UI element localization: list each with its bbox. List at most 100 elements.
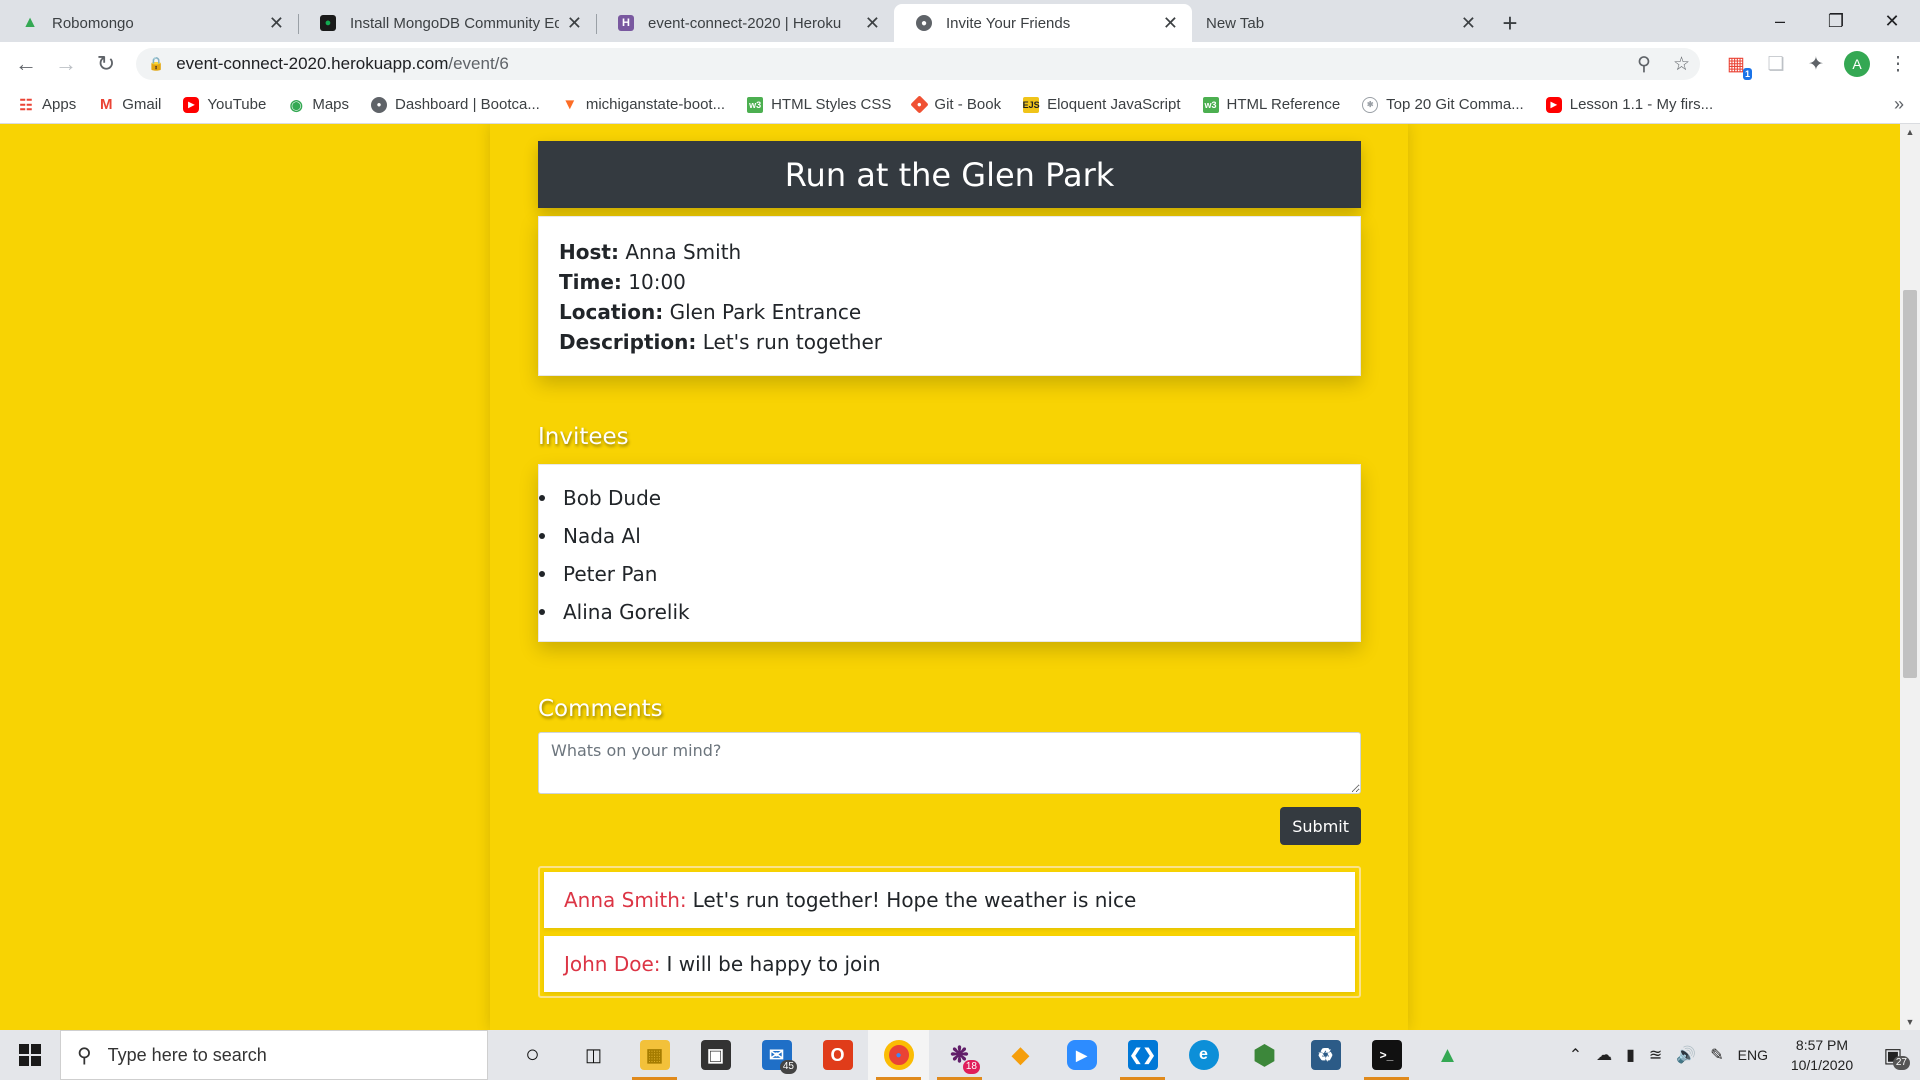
apps-grid-icon: ☷: [19, 96, 33, 114]
chevron-right-double-icon[interactable]: »: [1894, 94, 1904, 115]
scroll-thumb[interactable]: [1903, 290, 1917, 678]
taskbar-nodejs[interactable]: ⬢: [1234, 1030, 1295, 1080]
close-icon[interactable]: ✕: [865, 13, 880, 34]
wifi-icon[interactable]: ≊: [1649, 1045, 1662, 1065]
close-icon[interactable]: ✕: [1461, 13, 1476, 34]
comment-item: Anna Smith: Let's run together! Hope the…: [544, 872, 1355, 928]
close-icon[interactable]: ✕: [1163, 13, 1178, 34]
url-path: /event/6: [448, 54, 509, 73]
host-value: Anna Smith: [625, 240, 742, 264]
gitlab-icon: ▼: [562, 96, 578, 113]
reload-button[interactable]: ↻: [86, 46, 126, 82]
scroll-down-icon[interactable]: ▼: [1900, 1014, 1920, 1030]
bookmark-label: Maps: [312, 96, 350, 113]
tab-mongodb-install[interactable]: ● Install MongoDB Community Edition ✕: [298, 4, 596, 42]
location-label: Location:: [559, 300, 664, 324]
submit-row: Submit: [538, 794, 1361, 866]
bookmarks-bar: ☷ Apps M Gmail ▶ YouTube ◉ Maps ● Dashboard |…: [0, 86, 1920, 124]
taskbar-mail[interactable]: ✉ 45: [746, 1030, 807, 1080]
bookmark-gmail[interactable]: M Gmail: [98, 96, 161, 113]
plus-icon: +: [1502, 7, 1518, 38]
notification-count: 27: [1892, 1056, 1910, 1070]
bookmark-html-styles[interactable]: w3 HTML Styles CSS: [747, 96, 891, 113]
taskbar-zoom[interactable]: ▶: [1051, 1030, 1112, 1080]
chevron-up-icon[interactable]: ⌃: [1569, 1045, 1582, 1065]
battery-icon[interactable]: ▮: [1626, 1045, 1635, 1065]
close-window-icon[interactable]: ✕: [1864, 0, 1920, 42]
chrome-icon: ●: [883, 1040, 914, 1070]
bookmark-apps[interactable]: ☷ Apps: [18, 96, 77, 114]
taskbar-file-explorer[interactable]: ▦: [624, 1030, 685, 1080]
youtube-icon: ▶: [183, 96, 200, 113]
taskbar-terminal[interactable]: >_: [1356, 1030, 1417, 1080]
input-language[interactable]: ENG: [1738, 1047, 1768, 1063]
globe-icon: ✱: [1362, 96, 1379, 113]
back-button[interactable]: ←: [6, 46, 46, 82]
comment-input[interactable]: [538, 732, 1361, 794]
comment-text: I will be happy to join: [666, 952, 881, 976]
bookmark-gitlab[interactable]: ▼ michiganstate-boot...: [562, 96, 725, 113]
bookmark-label: HTML Styles CSS: [771, 96, 892, 113]
mail-badge: 45: [779, 1060, 797, 1074]
start-button[interactable]: [0, 1030, 60, 1080]
tab-new-tab[interactable]: New Tab ✕: [1192, 4, 1490, 42]
tab-invite-your-friends[interactable]: ● Invite Your Friends ✕: [894, 4, 1192, 42]
bookmark-lesson-1-1[interactable]: ▶ Lesson 1.1 - My firs...: [1545, 96, 1713, 113]
cortana-button[interactable]: ○: [502, 1030, 563, 1080]
taskbar-office[interactable]: O: [807, 1030, 868, 1080]
restore-icon[interactable]: ❐: [1808, 0, 1864, 42]
bookmark-star-icon[interactable]: ☆: [1673, 53, 1690, 76]
taskbar-search[interactable]: ⚲ Type here to search: [60, 1030, 488, 1080]
comments-heading: Comments: [538, 696, 663, 722]
copy-extension-icon[interactable]: ❏: [1764, 53, 1788, 76]
store-icon: ▣: [700, 1040, 731, 1070]
bookmark-youtube[interactable]: ▶ YouTube: [183, 96, 266, 113]
zoom-video-icon: ▶: [1066, 1040, 1097, 1070]
taskbar-vscode[interactable]: ❮❯: [1112, 1030, 1173, 1080]
tab-robomongo[interactable]: ▲ Robomongo ✕: [0, 4, 298, 42]
bookmark-git-book[interactable]: ● Git - Book: [910, 95, 1001, 114]
taskbar-robomongo[interactable]: ▲: [1417, 1030, 1478, 1080]
description-value: Let's run together: [702, 330, 882, 354]
pen-icon[interactable]: ✎: [1710, 1045, 1723, 1065]
bookmark-label: Eloquent JavaScript: [1047, 96, 1181, 113]
new-tab-button[interactable]: +: [1490, 4, 1530, 42]
clock-time: 8:57 PM: [1795, 1037, 1849, 1053]
notification-center[interactable]: ▣ 27: [1876, 1038, 1910, 1072]
close-icon[interactable]: ✕: [567, 13, 582, 34]
taskbar-slack[interactable]: ❋ 18: [929, 1030, 990, 1080]
w3schools-icon: w3: [1202, 96, 1219, 113]
robomongo-icon: ▲: [1436, 1042, 1459, 1067]
address-bar[interactable]: 🔒 event-connect-2020.herokuapp.com/event…: [136, 48, 1700, 80]
maps-icon: ◉: [289, 96, 303, 114]
minimize-icon[interactable]: –: [1752, 0, 1808, 42]
page-scrollbar[interactable]: ▲ ▼: [1900, 124, 1920, 1030]
forward-button[interactable]: →: [46, 46, 86, 82]
bookmark-dashboard[interactable]: ● Dashboard | Bootca...: [371, 96, 540, 113]
taskbar-gitkraken[interactable]: ◆: [990, 1030, 1051, 1080]
onedrive-icon[interactable]: ☁: [1596, 1045, 1612, 1065]
task-view-button[interactable]: ◫: [563, 1030, 624, 1080]
bookmark-maps[interactable]: ◉ Maps: [288, 96, 350, 114]
taskbar-chrome[interactable]: ●: [868, 1030, 929, 1080]
scroll-up-icon[interactable]: ▲: [1900, 124, 1920, 140]
zoom-icon[interactable]: ⚲: [1637, 53, 1651, 76]
bookmark-label: Apps: [42, 96, 77, 113]
kebab-menu-icon[interactable]: ⋮: [1886, 53, 1910, 76]
close-icon[interactable]: ✕: [269, 13, 284, 34]
taskbar-clock[interactable]: 8:57 PM 10/1/2020: [1782, 1035, 1862, 1075]
bookmark-label: Top 20 Git Comma...: [1386, 96, 1524, 113]
submit-button[interactable]: Submit: [1280, 807, 1361, 845]
bookmark-html-reference[interactable]: w3 HTML Reference: [1202, 96, 1340, 113]
volume-icon[interactable]: 🔊: [1676, 1045, 1696, 1065]
globe-icon: ●: [371, 96, 388, 113]
bookmark-top-20-git[interactable]: ✱ Top 20 Git Comma...: [1362, 96, 1524, 113]
bookmark-eloquent-js[interactable]: EJS Eloquent JavaScript: [1023, 96, 1181, 113]
puzzle-icon[interactable]: ✦: [1804, 53, 1828, 76]
taskbar-store[interactable]: ▣: [685, 1030, 746, 1080]
tab-heroku[interactable]: H event-connect-2020 | Heroku ✕: [596, 4, 894, 42]
taskbar-mysql-workbench[interactable]: ♻: [1295, 1030, 1356, 1080]
profile-avatar[interactable]: A: [1844, 51, 1870, 77]
translate-extension-icon[interactable]: ▦ 1: [1724, 53, 1752, 80]
taskbar-edge[interactable]: e: [1173, 1030, 1234, 1080]
